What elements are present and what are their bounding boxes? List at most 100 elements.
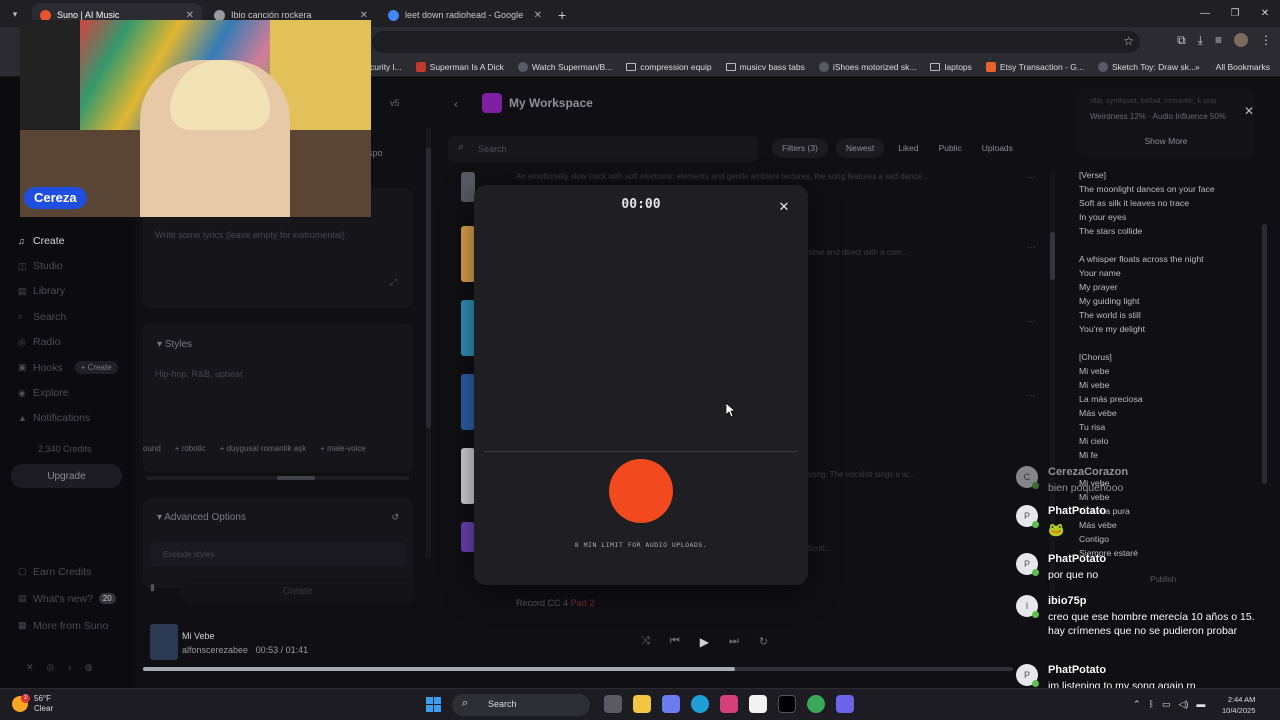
scrollbar-thumb[interactable] xyxy=(1050,232,1055,280)
style-chip[interactable]: + duygusal romantik aşk xyxy=(220,444,307,453)
style-chip[interactable]: + male-voice xyxy=(320,444,366,453)
create-button[interactable]: Create xyxy=(180,578,415,604)
more-options-icon[interactable]: ··· xyxy=(1026,242,1036,253)
download-icon[interactable]: ⤓ xyxy=(1198,33,1203,48)
tiktok-icon[interactable]: ♪ xyxy=(67,662,72,673)
sidebar-item-library[interactable]: ▤ Library xyxy=(18,279,118,304)
bookmark-item[interactable]: Superman Is A Dick xyxy=(415,61,504,72)
expand-icon[interactable]: ⤢ xyxy=(390,277,397,288)
all-bookmarks[interactable]: » All Bookmarks xyxy=(1195,62,1270,72)
tab-uploads[interactable]: Uploads xyxy=(976,138,1019,158)
kebab-menu-icon[interactable]: ⋮ xyxy=(1260,33,1272,48)
workspace-scrollbar[interactable] xyxy=(1050,172,1055,612)
bookmark-item[interactable]: iShoes motorized sk... xyxy=(818,61,916,72)
filters-button[interactable]: Filters (3) xyxy=(772,138,828,158)
tab-liked[interactable]: Liked xyxy=(892,138,924,158)
battery-icon[interactable]: ▬ xyxy=(1196,699,1205,710)
trash-icon[interactable]: ▮ xyxy=(150,582,170,602)
chevron-up-icon[interactable]: ⌃ xyxy=(1133,699,1141,710)
more-options-icon[interactable]: ··· xyxy=(1026,172,1036,183)
amazon-icon[interactable] xyxy=(749,695,767,713)
details-scrollbar[interactable] xyxy=(1262,224,1267,484)
bookmark-item[interactable]: Sketch Toy: Draw sk... xyxy=(1098,61,1196,72)
play-icon[interactable]: ▶ xyxy=(700,635,709,649)
media-control-icon[interactable]: ≡ xyxy=(1215,33,1222,48)
workspace-title[interactable]: My Workspace xyxy=(509,96,593,110)
model-version-select[interactable]: v5 xyxy=(390,98,400,108)
close-tab-icon[interactable]: ✕ xyxy=(534,10,542,21)
reset-icon[interactable]: ↺ xyxy=(391,512,399,523)
song-row-title[interactable]: Record CC 4 Part 2 xyxy=(516,598,595,608)
back-chevron-icon[interactable]: ‹ xyxy=(454,97,458,111)
edge-icon[interactable] xyxy=(691,695,709,713)
bookmark-item[interactable]: Etsy Transaction - G... xyxy=(985,61,1084,72)
editor-scrollbar[interactable] xyxy=(426,128,431,558)
scrollbar-thumb[interactable] xyxy=(277,476,315,480)
sidebar-item-create[interactable]: ♫ Create xyxy=(18,228,118,253)
sidebar-item-notifications[interactable]: ▲ Notifications xyxy=(18,406,118,431)
bookmark-folder[interactable]: musicv bass tabs xyxy=(725,62,805,72)
weather-widget[interactable]: 2 56°F Clear xyxy=(12,694,53,714)
volume-icon[interactable]: ◁) xyxy=(1178,699,1188,710)
style-chip[interactable]: ound xyxy=(143,444,161,453)
hooks-create-button[interactable]: + Create xyxy=(74,361,118,375)
sidebar-item-radio[interactable]: ◎ Radio xyxy=(18,330,118,355)
profile-avatar[interactable] xyxy=(1234,33,1248,47)
sort-select[interactable]: Newest xyxy=(835,138,885,158)
windows-start-button[interactable] xyxy=(426,697,441,712)
show-more-button[interactable]: Show More xyxy=(1078,136,1254,146)
minimize-icon[interactable]: — xyxy=(1190,0,1220,27)
close-details-icon[interactable]: ✕ xyxy=(1244,104,1254,118)
chips-scrollbar[interactable] xyxy=(147,476,409,480)
taskbar-search[interactable]: ⌕ Search xyxy=(452,694,590,716)
bookmark-folder[interactable]: compression equip xyxy=(626,62,712,72)
bluetooth-icon[interactable]: ᛒ xyxy=(1149,699,1154,710)
bookmark-item[interactable]: Watch Superman/B... xyxy=(517,61,612,72)
more-bookmarks-icon[interactable]: » xyxy=(1195,62,1200,72)
next-icon[interactable]: ⏭ xyxy=(729,635,739,649)
sidebar-item-whats-new[interactable]: ▤ What's new? 20 xyxy=(18,585,116,612)
player-song-title[interactable]: Mi Vebe xyxy=(182,631,215,641)
copilot-icon[interactable] xyxy=(662,695,680,713)
player-artist[interactable]: alfonscerezabee xyxy=(182,645,248,655)
sidebar-item-search[interactable]: ⌕ Search xyxy=(18,304,118,329)
clock[interactable]: 2:44 AM 10/4/2025 xyxy=(1222,694,1255,716)
close-window-icon[interactable]: ✕ xyxy=(1250,0,1280,27)
repeat-icon[interactable]: ↻ xyxy=(759,635,768,649)
more-options-icon[interactable]: ··· xyxy=(1026,316,1036,327)
tab-public[interactable]: Public xyxy=(933,138,968,158)
close-tab-icon[interactable]: ✕ xyxy=(186,10,194,21)
sidebar-item-hooks[interactable]: ▣ Hooks + Create xyxy=(18,355,118,380)
task-view-icon[interactable] xyxy=(604,695,622,713)
x-icon[interactable]: ✕ xyxy=(26,662,34,673)
player-progress-bar[interactable] xyxy=(143,667,1013,671)
scrollbar-thumb[interactable] xyxy=(426,148,431,428)
discord-icon[interactable] xyxy=(836,695,854,713)
advanced-options[interactable]: ▾ Advanced Options ↺ Exclude styles xyxy=(143,498,413,588)
upgrade-button[interactable]: Upgrade xyxy=(11,464,122,488)
bookmark-star-icon[interactable]: ☆ xyxy=(1123,34,1134,48)
sidebar-item-studio[interactable]: ◫ Studio xyxy=(18,253,118,278)
file-explorer-icon[interactable] xyxy=(633,695,651,713)
workspace-search-input[interactable]: ⌕ Search xyxy=(448,136,758,162)
close-tab-icon[interactable]: ✕ xyxy=(360,10,368,21)
exclude-styles-input[interactable]: Exclude styles xyxy=(151,542,405,566)
omnibox[interactable]: ☆ xyxy=(372,31,1140,53)
chrome-icon[interactable] xyxy=(807,695,825,713)
bookmark-folder[interactable]: laptops xyxy=(930,62,972,72)
close-icon[interactable]: ✕ xyxy=(776,199,792,215)
x-app-icon[interactable] xyxy=(778,695,796,713)
sidebar-item-earn-credits[interactable]: ▢ Earn Credits xyxy=(18,558,116,585)
shuffle-icon[interactable]: ⤨ xyxy=(641,635,650,649)
maximize-icon[interactable]: ❐ xyxy=(1220,0,1250,27)
display-icon[interactable]: ▭ xyxy=(1162,699,1171,710)
style-chip[interactable]: + robotic xyxy=(175,444,206,453)
record-button[interactable] xyxy=(609,459,673,523)
discord-icon[interactable]: ◍ xyxy=(85,662,93,673)
more-options-icon[interactable]: ··· xyxy=(1026,390,1036,401)
sidebar-item-explore[interactable]: ◉ Explore xyxy=(18,380,118,405)
instagram-icon[interactable] xyxy=(720,695,738,713)
bookmark-item[interactable]: curity l... xyxy=(370,62,402,72)
previous-icon[interactable]: ⏮ xyxy=(670,635,680,649)
instagram-icon[interactable]: ◎ xyxy=(47,662,55,673)
